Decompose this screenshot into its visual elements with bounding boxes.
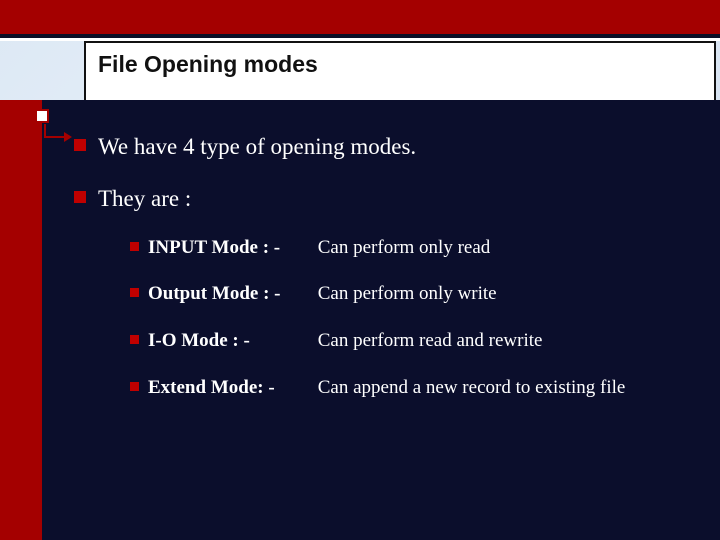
bullet-point-1-text: We have 4 type of opening modes. — [98, 134, 416, 159]
mode-item: I-O Mode : - Can perform read and rewrit… — [130, 329, 712, 354]
square-bullet-icon — [130, 242, 139, 251]
bullet-point-2: They are : INPUT Mode : - Can perform on… — [74, 184, 712, 401]
mode-label: Output Mode : - — [148, 282, 313, 307]
slide: File Opening modes We have 4 type of ope… — [0, 0, 720, 540]
content-area: We have 4 type of opening modes. They ar… — [74, 132, 712, 532]
bullet-point-2-text: They are : — [98, 186, 191, 211]
mode-item: INPUT Mode : - Can perform only read — [130, 236, 712, 261]
top-red-band — [0, 0, 720, 34]
square-bullet-icon — [74, 139, 86, 151]
mode-label: I-O Mode : - — [148, 329, 313, 354]
mode-desc: Can perform only read — [318, 236, 491, 261]
square-bullet-icon — [130, 335, 139, 344]
left-red-rail — [0, 100, 42, 540]
square-bullet-icon — [130, 288, 139, 297]
mode-label: Extend Mode: - — [148, 376, 313, 401]
mode-list: INPUT Mode : - Can perform only read Out… — [130, 236, 712, 401]
title-bar: File Opening modes — [84, 41, 716, 103]
mode-desc: Can perform read and rewrite — [318, 329, 543, 354]
square-bullet-icon — [74, 191, 86, 203]
square-bullet-icon — [130, 382, 139, 391]
mode-label: INPUT Mode : - — [148, 236, 313, 261]
slide-title: File Opening modes — [98, 51, 318, 78]
decorative-square-icon — [35, 109, 49, 123]
mode-desc: Can append a new record to existing file — [318, 376, 626, 401]
bullet-point-1: We have 4 type of opening modes. — [74, 132, 712, 162]
mode-item: Output Mode : - Can perform only write — [130, 282, 712, 307]
mode-item: Extend Mode: - Can append a new record t… — [130, 376, 712, 401]
decorative-arrow-icon — [44, 124, 74, 138]
mode-desc: Can perform only write — [318, 282, 497, 307]
